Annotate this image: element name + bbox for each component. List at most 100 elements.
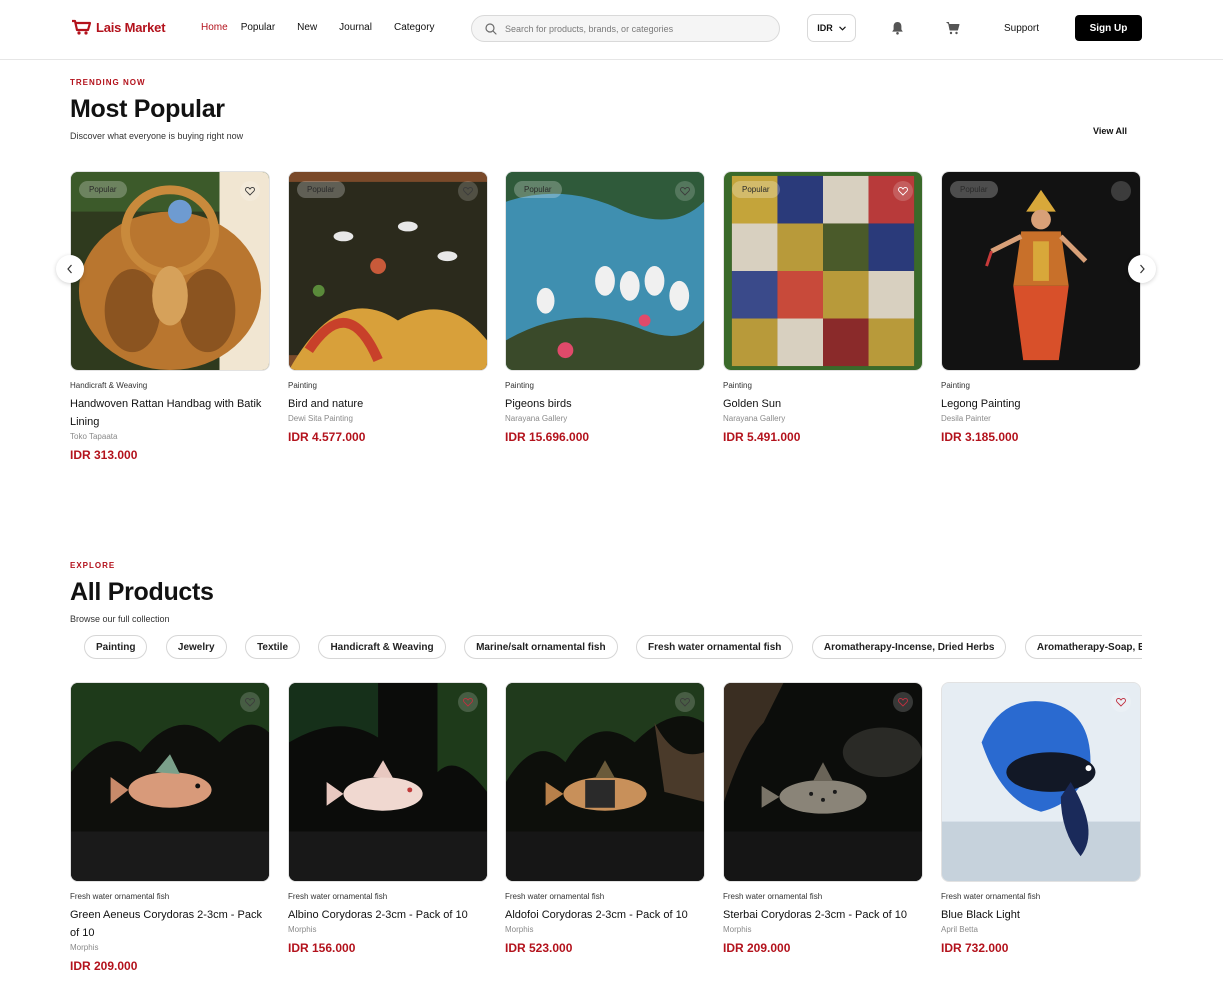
bell-icon[interactable] [891, 21, 904, 35]
product-category: Fresh water ornamental fish [941, 892, 1041, 901]
product-price: IDR 4.577.000 [288, 430, 366, 444]
currency-value: IDR [817, 23, 833, 33]
view-all-link[interactable]: View All [1093, 126, 1127, 136]
product-image [723, 682, 923, 882]
product-image [505, 682, 705, 882]
section-eyebrow: TRENDING NOW [70, 78, 146, 87]
chip-freshwater-fish[interactable]: Fresh water ornamental fish [636, 635, 794, 659]
heart-icon [245, 186, 255, 196]
carousel-prev-button[interactable] [56, 255, 84, 283]
wishlist-button[interactable] [240, 692, 260, 712]
section-title: Most Popular [70, 95, 225, 123]
product-price: IDR 523.000 [505, 941, 573, 955]
wishlist-button[interactable] [893, 181, 913, 201]
heart-icon [463, 186, 473, 196]
carousel-next-button[interactable] [1128, 255, 1156, 283]
search-icon [485, 22, 497, 35]
product-title[interactable]: Pigeons birds [505, 395, 705, 413]
heart-icon [245, 697, 255, 707]
product-card[interactable]: Popular Painting Golden Sun Narayana Gal… [723, 171, 923, 444]
main-nav: Home Popular New Journal Category [201, 22, 435, 33]
product-seller: Toko Tapaata [70, 432, 118, 441]
sign-up-button[interactable]: Sign Up [1075, 15, 1142, 41]
product-title[interactable]: Bird and nature [288, 395, 488, 413]
product-price: IDR 5.491.000 [723, 430, 801, 444]
product-title[interactable]: Aldofoi Corydoras 2-3cm - Pack of 10 [505, 906, 705, 924]
chip-aromatherapy-incense[interactable]: Aromatherapy-Incense, Dried Herbs [811, 635, 1007, 659]
product-price: IDR 209.000 [723, 941, 791, 955]
logo[interactable]: Lais Market [71, 19, 166, 35]
product-card[interactable]: Popular Painting Legong Painting Desila … [941, 171, 1141, 444]
nav-home[interactable]: Home [201, 22, 228, 33]
product-image: Popular [70, 171, 270, 371]
product-image: Popular [941, 171, 1141, 371]
product-category: Painting [288, 381, 317, 390]
popular-badge: Popular [297, 181, 345, 198]
product-price: IDR 156.000 [288, 941, 356, 955]
product-category: Handicraft & Weaving [70, 381, 148, 390]
product-price: IDR 313.000 [70, 448, 138, 462]
chip-painting[interactable]: Painting [84, 635, 148, 659]
product-category: Fresh water ornamental fish [723, 892, 823, 901]
product-card[interactable]: Fresh water ornamental fish Green Aeneus… [70, 682, 270, 973]
nav-category[interactable]: Category [394, 22, 435, 33]
search-input[interactable] [505, 23, 775, 34]
section-title: All Products [70, 578, 214, 606]
product-image: Popular [288, 171, 488, 371]
product-title[interactable]: Albino Corydoras 2-3cm - Pack of 10 [288, 906, 488, 924]
product-card[interactable]: Fresh water ornamental fish Sterbai Cory… [723, 682, 923, 955]
product-card[interactable]: Fresh water ornamental fish Aldofoi Cory… [505, 682, 705, 955]
nav-journal[interactable]: Journal [339, 22, 372, 33]
wishlist-button[interactable] [240, 181, 260, 201]
nav-popular[interactable]: Popular [241, 22, 275, 33]
product-card[interactable]: Popular Painting Pigeons birds Narayana … [505, 171, 705, 444]
wishlist-button[interactable] [675, 692, 695, 712]
product-category: Painting [723, 381, 752, 390]
cart-icon[interactable] [946, 21, 960, 35]
heart-icon [898, 186, 908, 196]
product-price: IDR 209.000 [70, 959, 138, 973]
heart-icon [680, 186, 690, 196]
popular-badge: Popular [950, 181, 998, 198]
product-image [70, 682, 270, 882]
nav-new[interactable]: New [297, 22, 317, 33]
product-seller: Narayana Gallery [723, 414, 786, 423]
wishlist-button[interactable] [1111, 181, 1131, 201]
product-title[interactable]: Green Aeneus Corydoras 2-3cm - Pack of 1… [70, 906, 270, 942]
currency-select[interactable]: IDR [807, 14, 856, 42]
chevron-right-icon [1140, 264, 1145, 274]
product-card[interactable]: Fresh water ornamental fish Blue Black L… [941, 682, 1141, 955]
wishlist-button[interactable] [1111, 692, 1131, 712]
wishlist-button[interactable] [458, 692, 478, 712]
wishlist-button[interactable] [675, 181, 695, 201]
product-category: Fresh water ornamental fish [70, 892, 170, 901]
product-card[interactable]: Popular Painting Bird and nature Dewi Si… [288, 171, 488, 444]
chip-jewelry[interactable]: Jewelry [165, 635, 227, 659]
product-seller: April Betta [941, 925, 978, 934]
product-title[interactable]: Blue Black Light [941, 906, 1141, 924]
heart-icon [1116, 186, 1126, 196]
product-card[interactable]: Popular Handicraft & Weaving Handwoven R… [70, 171, 270, 462]
search-bar [471, 15, 780, 42]
product-title[interactable]: Sterbai Corydoras 2-3cm - Pack of 10 [723, 906, 923, 924]
popular-badge: Popular [732, 181, 780, 198]
chip-handicraft[interactable]: Handicraft & Weaving [318, 635, 446, 659]
wishlist-button[interactable] [458, 181, 478, 201]
product-card[interactable]: Fresh water ornamental fish Albino Coryd… [288, 682, 488, 955]
heart-icon [463, 697, 473, 707]
product-price: IDR 732.000 [941, 941, 1009, 955]
product-title[interactable]: Legong Painting [941, 395, 1141, 413]
product-title[interactable]: Golden Sun [723, 395, 923, 413]
chip-aromatherapy-soap[interactable]: Aromatherapy-Soap, Essential Oils [1024, 635, 1142, 659]
product-category: Fresh water ornamental fish [505, 892, 605, 901]
chip-textile[interactable]: Textile [245, 635, 300, 659]
product-image [941, 682, 1141, 882]
top-header: Lais Market Home Popular New Journal Cat… [0, 0, 1223, 60]
product-seller: Desila Painter [941, 414, 991, 423]
section-eyebrow: EXPLORE [70, 561, 116, 570]
product-seller: Dewi Sita Painting [288, 414, 353, 423]
product-title[interactable]: Handwoven Rattan Handbag with Batik Lini… [70, 395, 270, 431]
support-link[interactable]: Support [1004, 23, 1039, 34]
wishlist-button[interactable] [893, 692, 913, 712]
chip-marine-fish[interactable]: Marine/salt ornamental fish [464, 635, 618, 659]
